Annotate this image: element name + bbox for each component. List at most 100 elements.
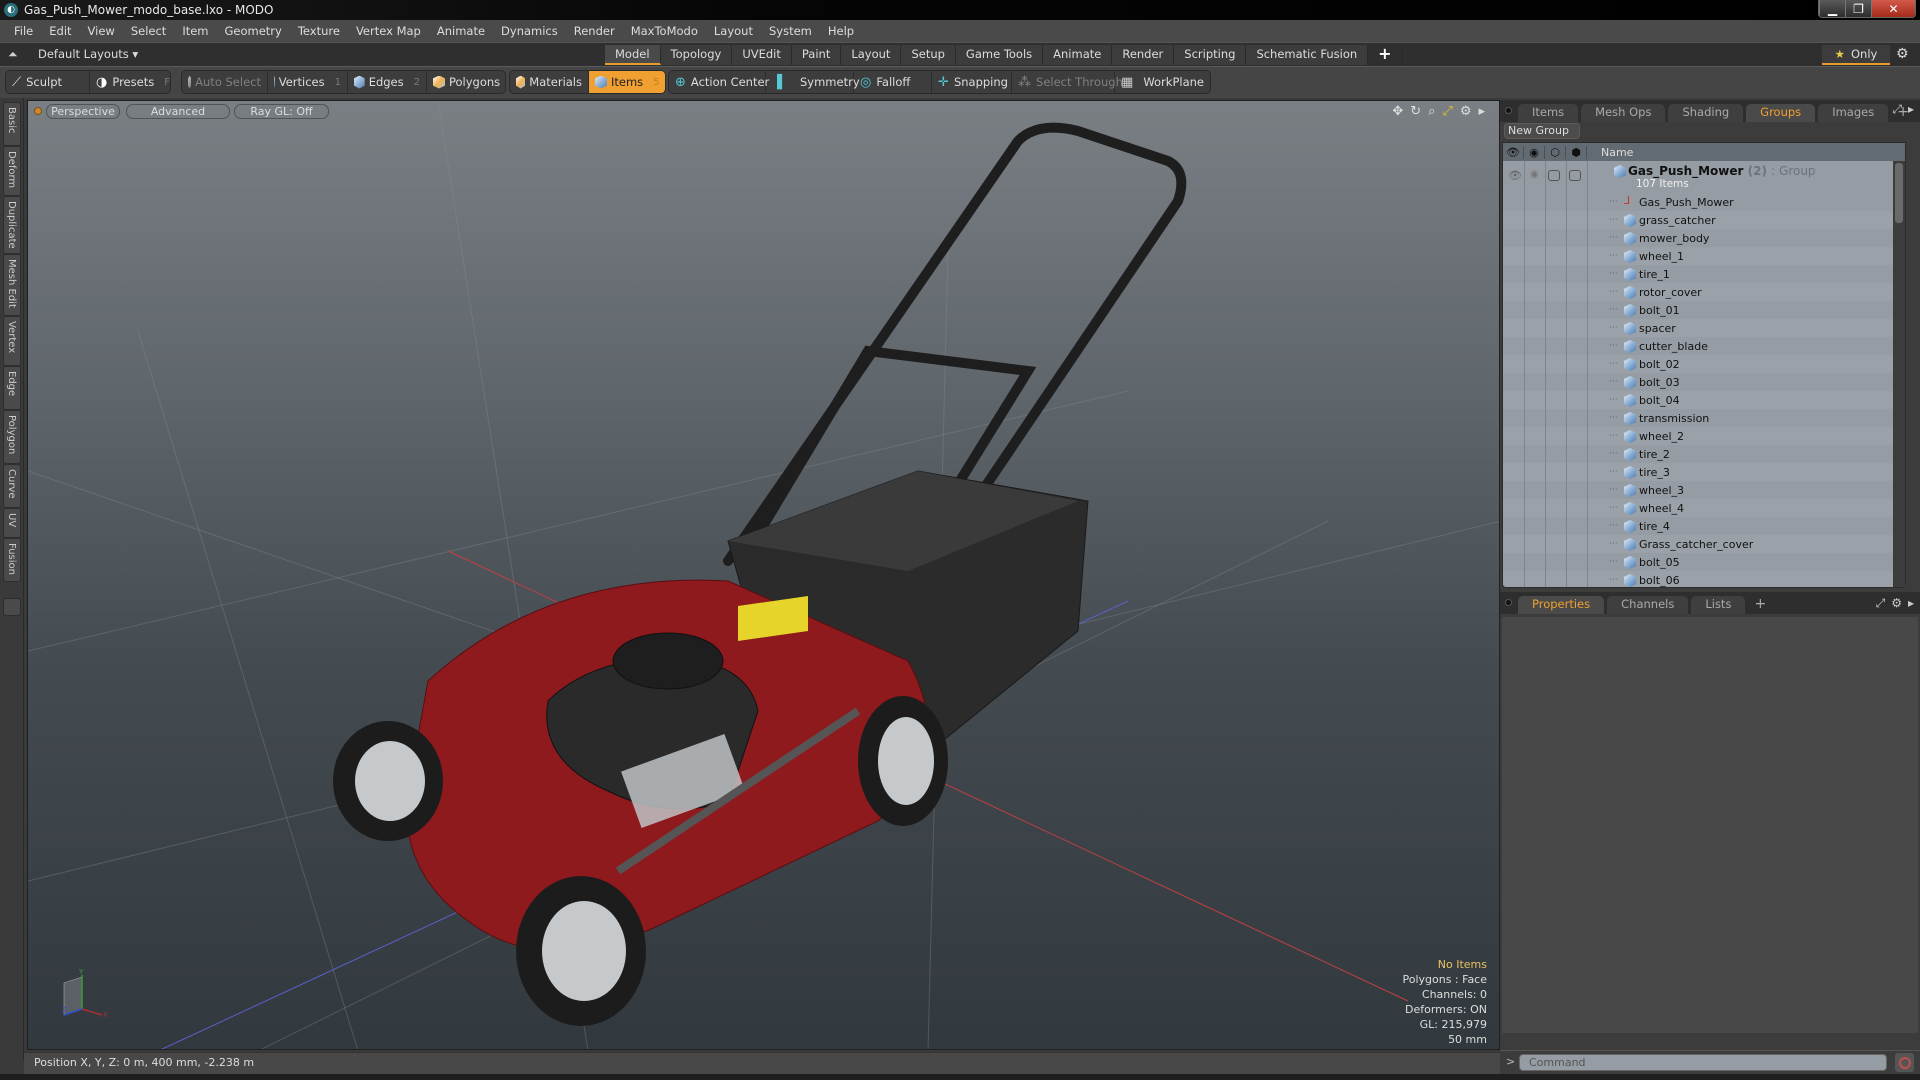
menu-view[interactable]: View [80, 24, 123, 38]
groups-tab-groups[interactable]: Groups [1746, 104, 1816, 122]
3d-viewport[interactable]: Perspective Advanced Ray GL: Off ✥ ↻ ⌕ ⤢… [27, 100, 1500, 1050]
shading-mode-button[interactable]: Advanced [126, 104, 230, 119]
gear-icon[interactable]: ⚙ [1896, 46, 1909, 62]
layout-tab-uvedit[interactable]: UVEdit [732, 45, 792, 65]
layout-tab-scripting[interactable]: Scripting [1174, 45, 1247, 65]
groups-tab-mesh-ops[interactable]: Mesh Ops [1581, 104, 1666, 122]
sculpt-button[interactable]: ⟋ Sculpt [6, 71, 90, 93]
lock-toggle[interactable] [1548, 170, 1560, 181]
viewport-gear-icon[interactable]: ⚙ [1460, 104, 1472, 119]
tree-item-row[interactable]: ··· transmission [1503, 409, 1905, 427]
tree-item-row[interactable]: ··· rotor_cover [1503, 283, 1905, 301]
tree-item-row[interactable]: ··· tire_1 [1503, 265, 1905, 283]
tree-item-row[interactable]: ··· ⅃ Gas_Push_Mower [1503, 193, 1905, 211]
tree-item-row[interactable]: ··· wheel_2 [1503, 427, 1905, 445]
left-tab-extra[interactable] [3, 598, 21, 616]
tree-item-row[interactable]: ··· grass_catcher [1503, 211, 1905, 229]
groups-tab-items[interactable]: Items [1518, 104, 1579, 122]
snapping-button[interactable]: ✛ Snapping [932, 71, 1013, 93]
lock-column-icon[interactable]: ⬡ [1545, 145, 1566, 159]
layout-tab-game-tools[interactable]: Game Tools [955, 45, 1044, 65]
left-tab-basic[interactable]: Basic [3, 102, 21, 146]
materials-button[interactable]: Materials [510, 71, 589, 93]
left-tab-vertex[interactable]: Vertex [3, 316, 21, 366]
properties-tab-channels[interactable]: Channels [1607, 596, 1689, 614]
menu-item[interactable]: Item [174, 24, 216, 38]
left-tab-polygon[interactable]: Polygon [3, 410, 21, 464]
layout-tab-layout[interactable]: Layout [841, 45, 902, 65]
tree-scroll-thumb[interactable] [1895, 163, 1903, 223]
tree-item-row[interactable]: ··· tire_2 [1503, 445, 1905, 463]
viewport-menu-dot[interactable] [34, 107, 42, 115]
panel-maximize-icon[interactable]: ⤢ [1892, 102, 1902, 117]
items-button[interactable]: Items 5 [589, 71, 665, 93]
render-toggle-icon[interactable]: ◉ [1530, 169, 1539, 180]
layout-tab-schematic-fusion[interactable]: Schematic Fusion [1246, 45, 1369, 65]
layout-tab-animate[interactable]: Animate [1043, 45, 1113, 65]
properties-menu-dot[interactable] [1505, 599, 1512, 606]
properties-maximize-icon[interactable]: ⤢ [1876, 596, 1886, 611]
left-tab-deform[interactable]: Deform [3, 146, 21, 196]
left-tab-edge[interactable]: Edge [3, 366, 21, 410]
tree-item-row[interactable]: ··· bolt_03 [1503, 373, 1905, 391]
tree-item-row[interactable]: ··· bolt_02 [1503, 355, 1905, 373]
layout-up-icon[interactable]: ⏶ [8, 47, 18, 62]
panel-menu-dot[interactable] [1505, 107, 1512, 114]
tree-item-row[interactable]: ··· spacer [1503, 319, 1905, 337]
tree-item-row[interactable]: ··· tire_3 [1503, 463, 1905, 481]
layout-tab-render[interactable]: Render [1112, 45, 1175, 65]
groups-tab-shading[interactable]: Shading [1668, 104, 1744, 122]
tree-item-row[interactable]: ··· bolt_05 [1503, 553, 1905, 571]
close-button[interactable]: ✕ [1871, 0, 1915, 17]
auto-select-button[interactable]: Auto Select [182, 71, 268, 93]
edges-button[interactable]: Edges 2 [348, 71, 427, 93]
layout-tab-model[interactable]: Model [605, 45, 661, 65]
tree-item-row[interactable]: ··· bolt_01 [1503, 301, 1905, 319]
tree-item-row[interactable]: ··· cutter_blade [1503, 337, 1905, 355]
record-macro-button[interactable] [1895, 1053, 1914, 1072]
properties-tab-lists[interactable]: Lists [1691, 596, 1746, 614]
tree-item-row[interactable]: ··· mower_body [1503, 229, 1905, 247]
menu-vertex-map[interactable]: Vertex Map [348, 24, 429, 38]
new-group-button[interactable]: New Group [1504, 123, 1580, 139]
action-center-button[interactable]: ⊕ Action Center [669, 71, 769, 93]
properties-tab-properties[interactable]: Properties [1518, 596, 1605, 614]
menu-render[interactable]: Render [566, 24, 623, 38]
properties-expand-icon[interactable]: ▸ [1908, 596, 1914, 611]
presets-button[interactable]: ◑ Presets F6 [90, 71, 170, 93]
layout-tab-paint[interactable]: Paint [791, 45, 842, 65]
visibility-eye-icon[interactable]: 👁 [1508, 169, 1522, 182]
menu-file[interactable]: File [6, 24, 41, 38]
minimize-button[interactable]: ▁ [1819, 0, 1845, 17]
render-column-icon[interactable]: ◉ [1524, 145, 1545, 159]
menu-layout[interactable]: Layout [706, 24, 761, 38]
menu-select[interactable]: Select [123, 24, 174, 38]
tree-item-row[interactable]: ··· tire_4 [1503, 517, 1905, 535]
properties-gear-icon[interactable]: ⚙ [1891, 596, 1902, 611]
left-tab-fusion[interactable]: Fusion [3, 538, 21, 582]
left-tab-uv[interactable]: UV [3, 508, 21, 538]
left-tab-duplicate[interactable]: Duplicate [3, 196, 21, 254]
raygl-button[interactable]: Ray GL: Off [234, 104, 329, 119]
menu-dynamics[interactable]: Dynamics [493, 24, 566, 38]
layout-tab-topology[interactable]: Topology [660, 45, 733, 65]
command-input[interactable]: Command [1519, 1054, 1887, 1071]
tree-item-row[interactable]: ··· wheel_4 [1503, 499, 1905, 517]
menu-edit[interactable]: Edit [41, 24, 79, 38]
tree-scrollbar[interactable] [1893, 161, 1905, 587]
default-layouts-dropdown[interactable]: Default Layouts ▾ [38, 47, 138, 61]
menu-system[interactable]: System [761, 24, 820, 38]
polygons-button[interactable]: Polygons [427, 71, 505, 93]
only-button[interactable]: ★ Only [1822, 45, 1890, 65]
maximize-icon[interactable]: ⤢ [1442, 104, 1452, 119]
panel-expand-icon[interactable]: ▸ [1908, 102, 1914, 117]
menu-help[interactable]: Help [820, 24, 862, 38]
properties-add-tab-button[interactable]: + [1748, 596, 1772, 614]
menu-maxtomodo[interactable]: MaxToModo [623, 24, 706, 38]
vertices-button[interactable]: Vertices 1 [268, 71, 348, 93]
layout-tab-setup[interactable]: Setup [901, 45, 956, 65]
pan-icon[interactable]: ✥ [1392, 104, 1403, 119]
tree-item-row[interactable]: ··· wheel_3 [1503, 481, 1905, 499]
groups-tab-images[interactable]: Images [1818, 104, 1889, 122]
tree-item-row[interactable]: ··· bolt_04 [1503, 391, 1905, 409]
